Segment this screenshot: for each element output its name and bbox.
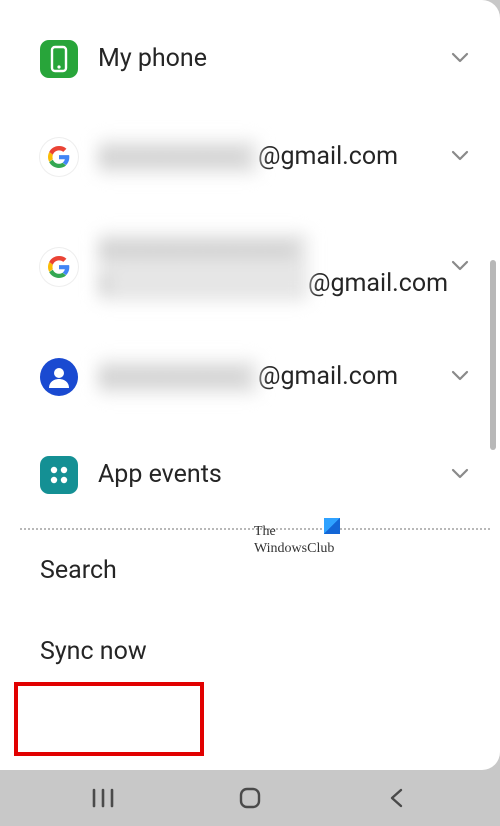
chevron-down-icon[interactable] — [448, 143, 472, 171]
google-icon — [40, 248, 78, 286]
account-label: App events — [98, 458, 480, 492]
app-events-icon — [40, 456, 78, 494]
nav-recents-button[interactable] — [63, 788, 143, 808]
google-icon — [40, 138, 78, 176]
chevron-down-icon[interactable] — [448, 45, 472, 73]
account-label: My phone — [98, 42, 480, 76]
settings-panel: My phone xxxxxxxxxxxx@gmail.com — [0, 0, 500, 770]
sync-now-action[interactable]: Sync now — [40, 611, 480, 696]
account-item-google[interactable]: xxxxxxxxxxxxxxxxx@gmail.com — [40, 212, 480, 322]
account-item-app-events[interactable]: App events — [40, 432, 480, 518]
account-item-my-phone[interactable]: My phone — [40, 16, 480, 102]
account-label: xxxxxxxxxxxx@gmail.com — [98, 140, 480, 174]
chevron-down-icon[interactable] — [448, 461, 472, 489]
watermark: The WindowsClub — [254, 524, 334, 558]
scrollbar[interactable] — [490, 260, 496, 450]
chevron-down-icon[interactable] — [448, 253, 472, 281]
watermark-logo-icon — [324, 518, 340, 534]
account-label: xxxxxxxxxxxx@gmail.com — [98, 360, 480, 394]
nav-back-button[interactable] — [357, 786, 437, 810]
account-item-samsung-contacts[interactable]: xxxxxxxxxxxx@gmail.com — [40, 322, 480, 432]
phone-icon — [40, 40, 78, 78]
account-item-google[interactable]: xxxxxxxxxxxx@gmail.com — [40, 102, 480, 212]
contacts-icon — [40, 358, 78, 396]
android-navbar — [0, 770, 500, 826]
chevron-down-icon[interactable] — [448, 363, 472, 391]
account-label: xxxxxxxxxxxxxxxxx@gmail.com — [98, 233, 480, 301]
nav-home-button[interactable] — [210, 786, 290, 810]
